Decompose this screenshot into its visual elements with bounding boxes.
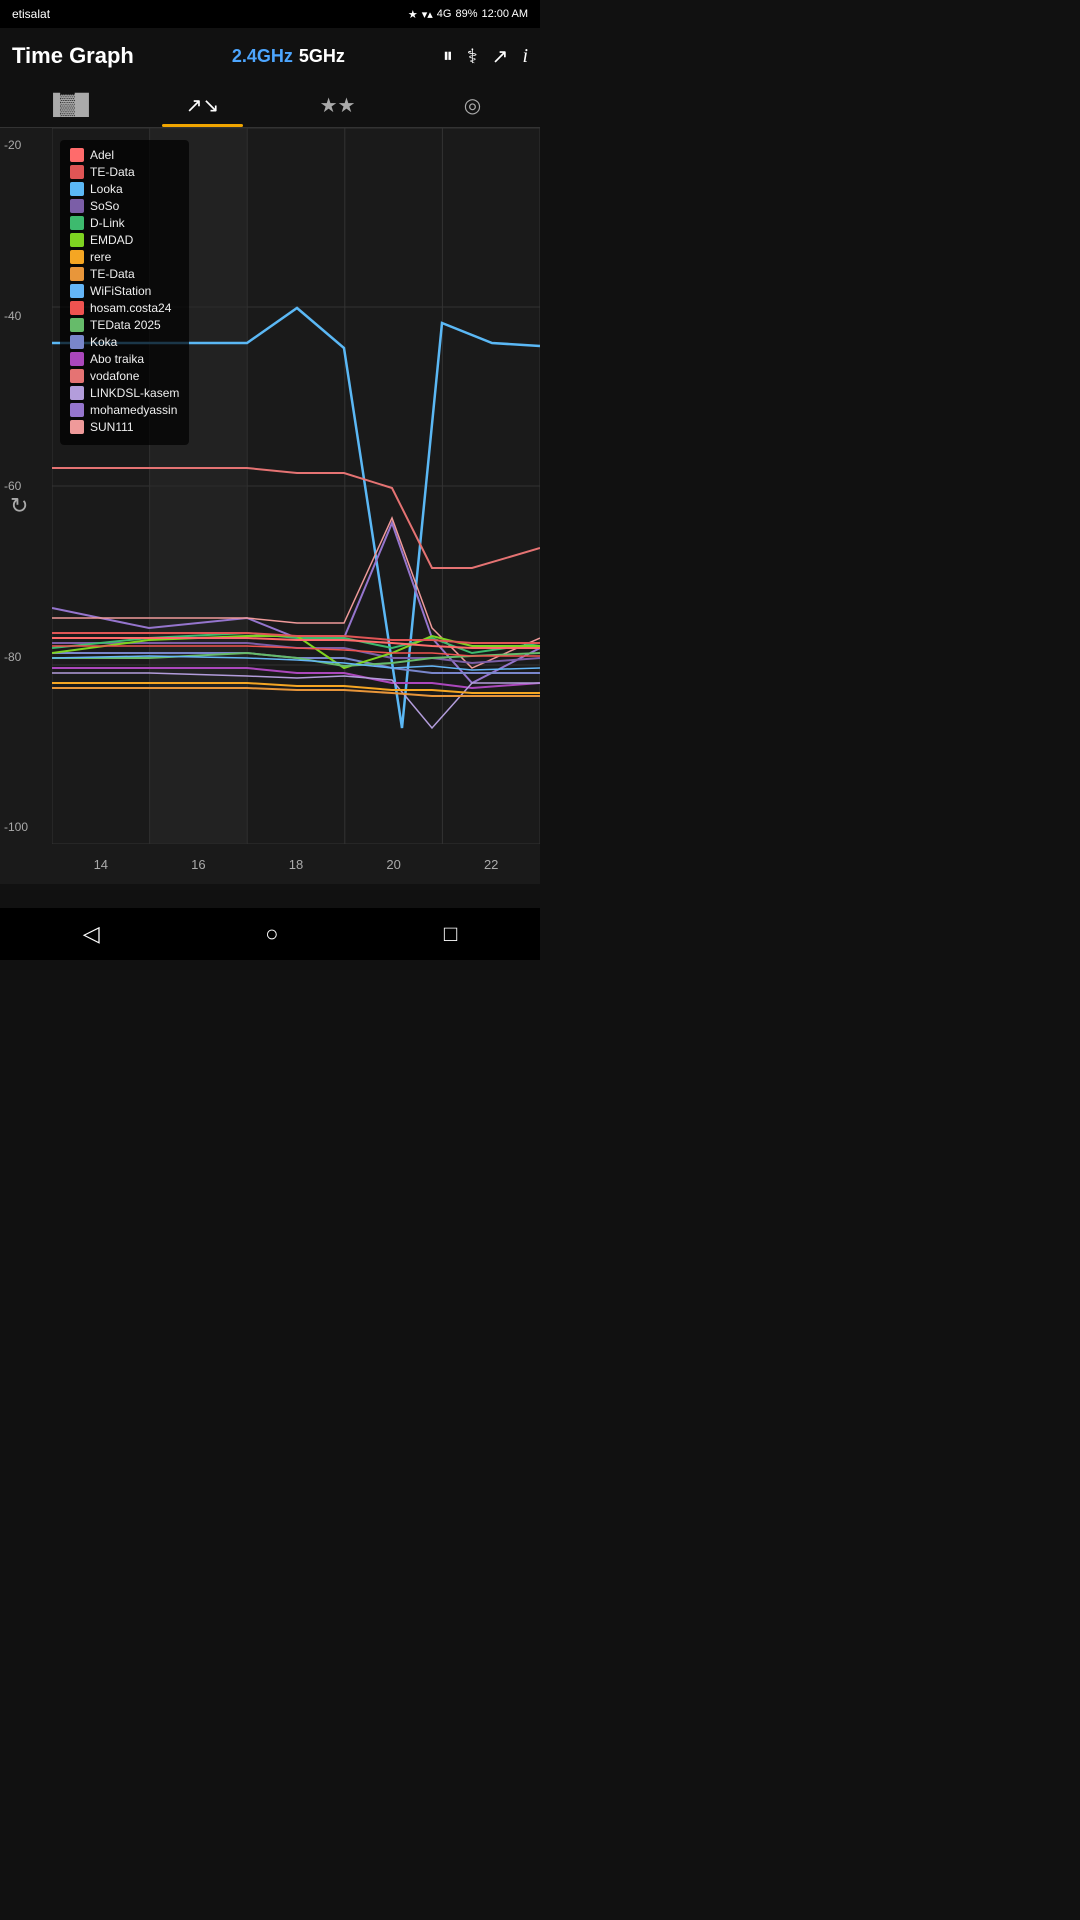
- legend-label-dlink: D-Link: [90, 216, 125, 230]
- legend-item-tedata2: TE-Data: [70, 267, 179, 281]
- bottom-nav: ◁ ○ □: [0, 908, 540, 960]
- legend-item-looka: Looka: [70, 182, 179, 196]
- legend-color-linkdsl: [70, 386, 84, 400]
- legend-label-looka: Looka: [90, 182, 123, 196]
- legend-label-abo-traika: Abo traika: [90, 352, 144, 366]
- legend-color-rere: [70, 250, 84, 264]
- share-icon[interactable]: ↗: [492, 44, 509, 69]
- legend-label-linkdsl: LINKDSL-kasem: [90, 386, 179, 400]
- time-label: 12:00 AM: [482, 8, 528, 20]
- legend-color-wifistation: [70, 284, 84, 298]
- tab-radar[interactable]: ◎: [405, 84, 540, 127]
- rating-icon: ★★: [320, 93, 356, 118]
- recent-button[interactable]: □: [444, 921, 457, 947]
- legend-color-dlink: [70, 216, 84, 230]
- legend-item-linkdsl: LINKDSL-kasem: [70, 386, 179, 400]
- chart-legend: Adel TE-Data Looka SoSo D-Link EMDAD rer…: [60, 140, 189, 445]
- legend-color-looka: [70, 182, 84, 196]
- legend-color-vodafone: [70, 369, 84, 383]
- legend-label-sun111: SUN111: [90, 420, 134, 434]
- x-label-22: 22: [484, 857, 498, 872]
- x-label-20: 20: [386, 857, 400, 872]
- legend-item-emdad: EMDAD: [70, 233, 179, 247]
- legend-label-rere: rere: [90, 250, 111, 264]
- legend-color-tedata2: [70, 267, 84, 281]
- legend-label-tedata2025: TEData 2025: [90, 318, 161, 332]
- legend-item-hosam: hosam.costa24: [70, 301, 179, 315]
- x-label-16: 16: [191, 857, 205, 872]
- y-label-100: -100: [4, 820, 48, 834]
- freq-5ghz[interactable]: 5GHz: [299, 46, 345, 67]
- legend-item-abo-traika: Abo traika: [70, 352, 179, 366]
- tab-bar-chart[interactable]: ▐▓█: [0, 84, 135, 127]
- legend-color-tedata2025: [70, 318, 84, 332]
- freq-24ghz[interactable]: 2.4GHz: [232, 46, 293, 67]
- tab-bar: ▐▓█ ↗↘ ★★ ◎: [0, 84, 540, 128]
- legend-color-soso: [70, 199, 84, 213]
- time-graph-icon: ↗↘: [186, 93, 220, 118]
- legend-item-tedata2025: TEData 2025: [70, 318, 179, 332]
- legend-item-sun111: SUN111: [70, 420, 179, 434]
- legend-label-soso: SoSo: [90, 199, 119, 213]
- legend-item-dlink: D-Link: [70, 216, 179, 230]
- y-label-80: -80: [4, 650, 48, 664]
- legend-item-mohamedyassin: mohamedyassin: [70, 403, 179, 417]
- legend-label-tedata1: TE-Data: [90, 165, 135, 179]
- legend-color-tedata1: [70, 165, 84, 179]
- pause-button[interactable]: ⏸: [443, 45, 453, 68]
- legend-label-emdad: EMDAD: [90, 233, 133, 247]
- y-label-60: -60: [4, 479, 48, 493]
- bluetooth-icon: ★: [408, 8, 418, 21]
- stethoscope-icon[interactable]: ⚕: [467, 44, 478, 69]
- legend-label-hosam: hosam.costa24: [90, 301, 171, 315]
- y-label-20: -20: [4, 138, 48, 152]
- legend-color-emdad: [70, 233, 84, 247]
- tab-time-graph[interactable]: ↗↘: [135, 84, 270, 127]
- legend-item-koka: Koka: [70, 335, 179, 349]
- legend-label-koka: Koka: [90, 335, 117, 349]
- y-label-40: -40: [4, 309, 48, 323]
- back-button[interactable]: ◁: [83, 921, 100, 947]
- legend-item-rere: rere: [70, 250, 179, 264]
- legend-item-adel: Adel: [70, 148, 179, 162]
- wifi-icon: ▾▴: [422, 8, 433, 21]
- legend-item-tedata1: TE-Data: [70, 165, 179, 179]
- chart-container: ↻ -20 -40 -60 -80 -100: [0, 128, 540, 884]
- app-header: Time Graph 2.4GHz 5GHz ⏸ ⚕ ↗ i: [0, 28, 540, 84]
- status-bar: etisalat ★ ▾▴ 4G 89% 12:00 AM: [0, 0, 540, 28]
- legend-label-wifistation: WiFiStation: [90, 284, 151, 298]
- info-icon[interactable]: i: [522, 45, 528, 68]
- radar-icon: ◎: [464, 93, 481, 118]
- x-label-18: 18: [289, 857, 303, 872]
- frequency-selector: 2.4GHz 5GHz: [144, 46, 433, 67]
- legend-color-abo-traika: [70, 352, 84, 366]
- legend-label-vodafone: vodafone: [90, 369, 139, 383]
- legend-color-mohamedyassin: [70, 403, 84, 417]
- tab-rating[interactable]: ★★: [270, 84, 405, 127]
- page-title: Time Graph: [12, 43, 134, 69]
- legend-color-adel: [70, 148, 84, 162]
- legend-color-hosam: [70, 301, 84, 315]
- home-button[interactable]: ○: [265, 921, 278, 947]
- legend-item-vodafone: vodafone: [70, 369, 179, 383]
- legend-color-sun111: [70, 420, 84, 434]
- legend-label-tedata2: TE-Data: [90, 267, 135, 281]
- status-icons: ★ ▾▴ 4G 89% 12:00 AM: [408, 8, 528, 21]
- legend-color-koka: [70, 335, 84, 349]
- legend-item-wifistation: WiFiStation: [70, 284, 179, 298]
- x-axis-labels: 14 16 18 20 22: [52, 844, 540, 884]
- x-label-14: 14: [94, 857, 108, 872]
- carrier-label: etisalat: [12, 7, 50, 21]
- bar-chart-icon: ▐▓█: [46, 94, 89, 117]
- legend-label-adel: Adel: [90, 148, 114, 162]
- signal-icon: 4G: [437, 8, 452, 20]
- y-axis-labels: -20 -40 -60 -80 -100: [0, 128, 52, 844]
- legend-label-mohamedyassin: mohamedyassin: [90, 403, 177, 417]
- header-actions: ⏸ ⚕ ↗ i: [443, 44, 528, 69]
- battery-label: 89%: [455, 8, 477, 20]
- legend-item-soso: SoSo: [70, 199, 179, 213]
